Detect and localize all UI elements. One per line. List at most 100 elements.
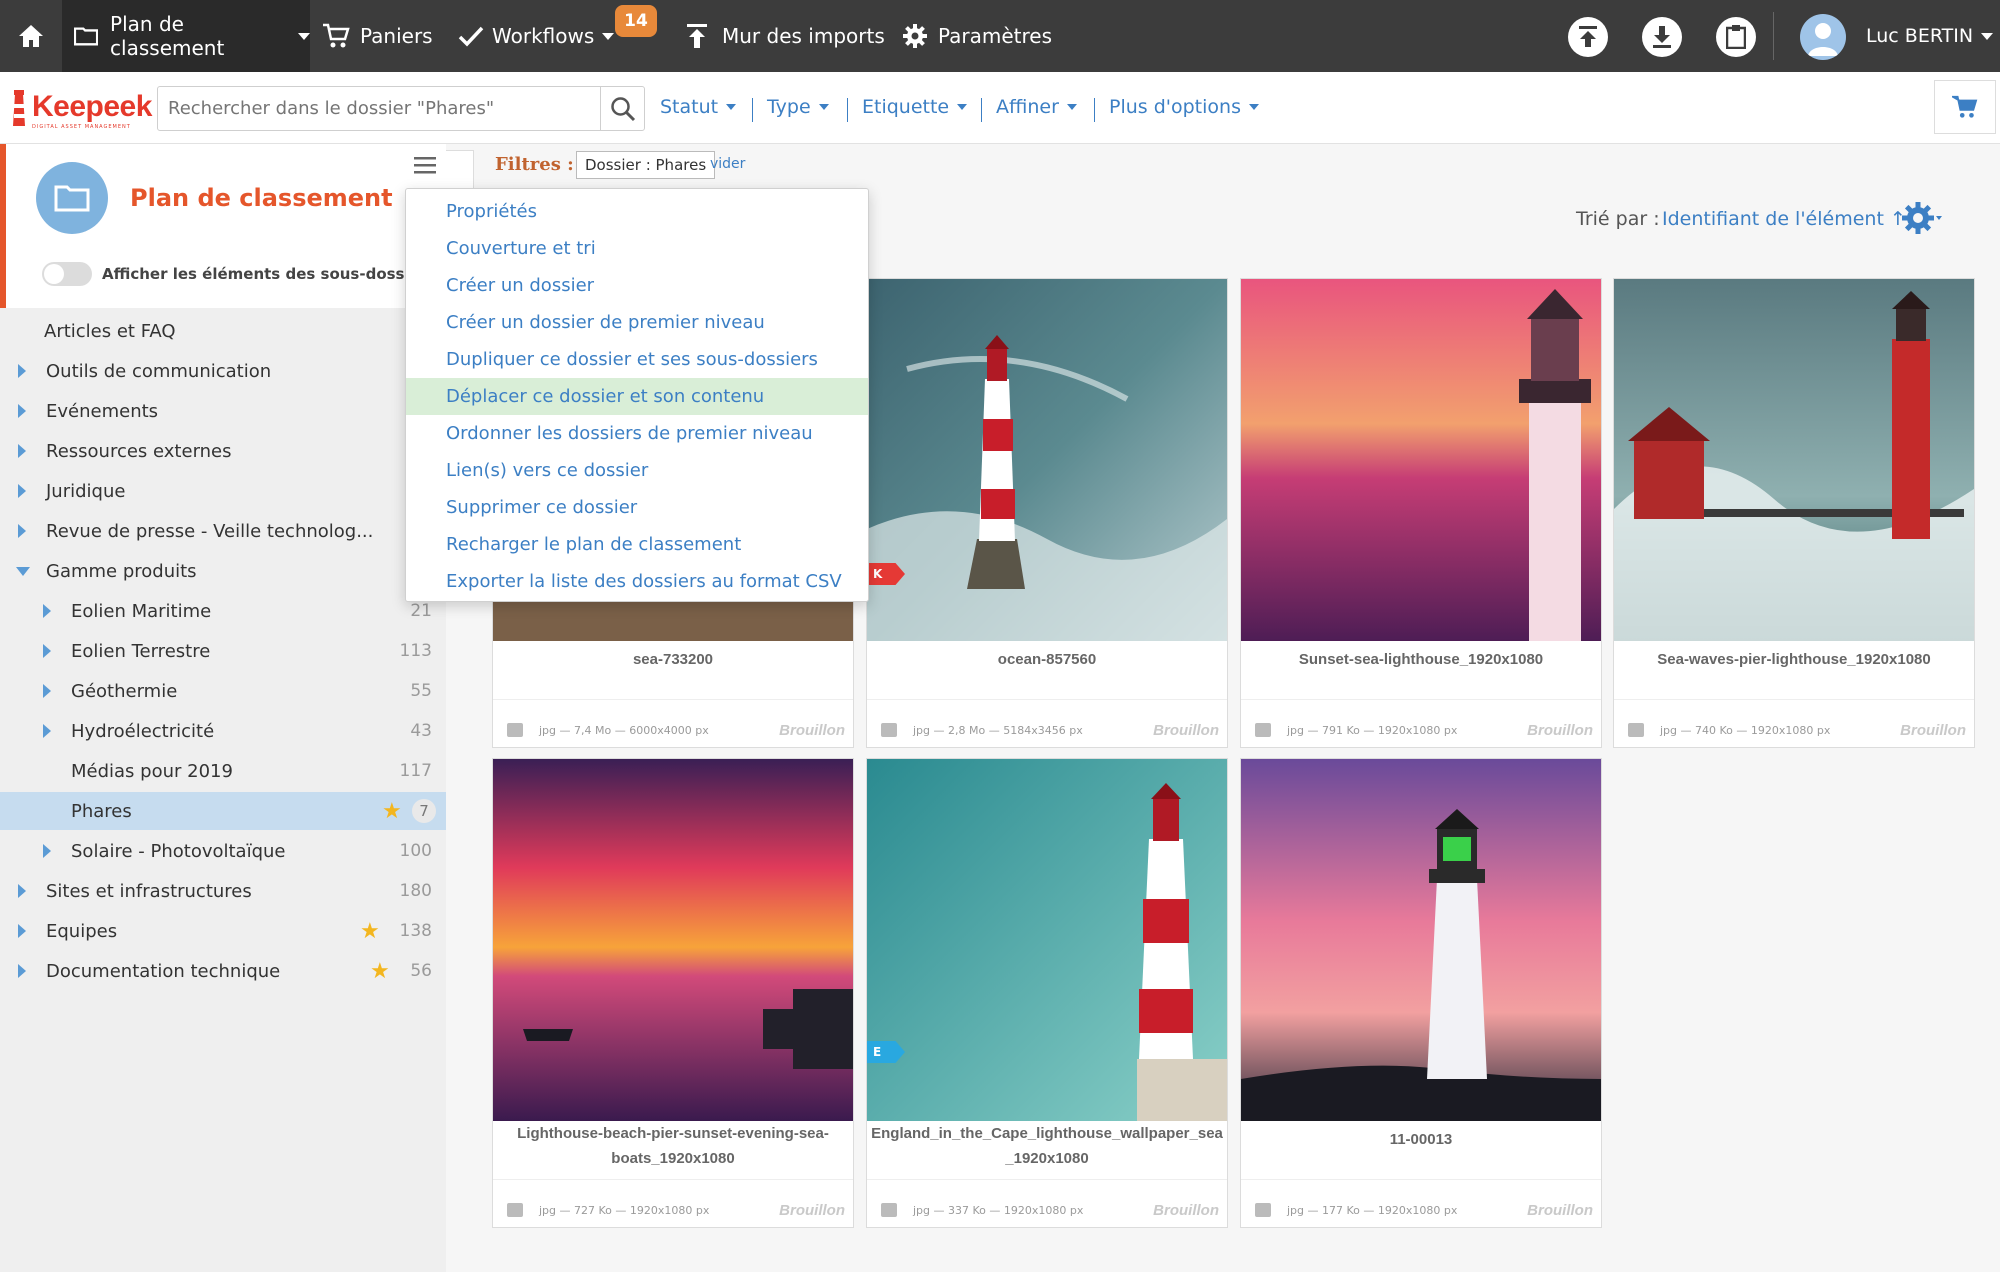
avatar[interactable]	[1800, 14, 1846, 60]
nav-mur-des-imports[interactable]: Mur des imports	[686, 0, 885, 72]
menu-item-couverture-tri[interactable]: Couverture et tri	[406, 230, 868, 267]
tree-item[interactable]: Evénements	[0, 392, 446, 430]
tree-item[interactable]: Outils de communication	[0, 352, 446, 390]
expand-arrow-icon[interactable]	[18, 404, 26, 418]
expand-arrow-icon[interactable]	[43, 844, 51, 858]
chevron-down-icon	[1066, 104, 1077, 110]
tree-item[interactable]: Documentation technique ★ 56	[0, 952, 446, 990]
expand-arrow-icon[interactable]	[43, 604, 51, 618]
search-button[interactable]	[600, 87, 644, 130]
asset-meta: jpg — 727 Ko — 1920x1080 px	[507, 1203, 709, 1217]
tree-item[interactable]: Revue de presse - Veille technolog...	[0, 512, 446, 550]
star-icon[interactable]: ★	[370, 959, 390, 984]
menu-item-exporter-csv[interactable]: Exporter la liste des dossiers au format…	[406, 563, 868, 600]
asset-title-line: Lighthouse-beach-pier-sunset-evening-sea…	[517, 1125, 829, 1142]
menu-item-supprimer-dossier[interactable]: Supprimer ce dossier	[406, 489, 868, 526]
filter-affiner[interactable]: Affiner	[996, 96, 1077, 118]
folder-menu-button[interactable]	[414, 156, 436, 178]
asset-title-line: England_in_the_Cape_lighthouse_wallpaper…	[871, 1125, 1223, 1142]
tree-item-label: Solaire - Photovoltaïque	[71, 840, 286, 862]
asset-meta: jpg — 2,8 Mo — 5184x3456 px	[881, 723, 1083, 737]
expand-arrow-icon[interactable]	[18, 364, 26, 378]
asset-card[interactable]: K ocean-857560 jpg — 2,8 Mo — 5184x3456 …	[866, 278, 1228, 748]
upload-icon	[687, 24, 707, 48]
tree-item[interactable]: Sites et infrastructures 180	[0, 872, 446, 910]
tree-item[interactable]: Gamme produits4	[0, 552, 446, 590]
subfolder-toggle[interactable]	[42, 262, 92, 286]
expand-arrow-icon[interactable]	[43, 644, 51, 658]
active-filter-chip[interactable]: Dossier : Phares	[576, 151, 716, 179]
clipboard-button[interactable]	[1716, 17, 1756, 57]
menu-item-deplacer-dossier[interactable]: Déplacer ce dossier et son contenu	[406, 378, 868, 415]
expand-arrow-icon[interactable]	[43, 724, 51, 738]
expand-arrow-icon[interactable]	[18, 884, 26, 898]
expand-arrow-icon[interactable]	[18, 524, 26, 538]
asset-thumbnail[interactable]	[1241, 759, 1601, 1121]
expand-arrow-icon[interactable]	[43, 684, 51, 698]
menu-item-recharger-plan[interactable]: Recharger le plan de classement	[406, 526, 868, 563]
user-menu[interactable]: Luc BERTIN	[1866, 0, 1994, 72]
asset-card[interactable]: E England_in_the_Cape_lighthouse_wallpap…	[866, 758, 1228, 1228]
menu-item-creer-dossier[interactable]: Créer un dossier	[406, 267, 868, 304]
expand-arrow-icon[interactable]	[18, 444, 26, 458]
filter-plus-options[interactable]: Plus d'options	[1109, 96, 1259, 118]
star-icon[interactable]: ★	[360, 919, 380, 944]
tree-item[interactable]: Ressources externes5	[0, 432, 446, 470]
tree-item[interactable]: Equipes ★ 138	[0, 912, 446, 950]
tree-item-selected[interactable]: Phares ★ 7	[0, 792, 446, 830]
display-settings-button[interactable]	[1900, 200, 1942, 240]
asset-card[interactable]: 11-00013 jpg — 177 Ko — 1920x1080 px Bro…	[1240, 758, 1602, 1228]
asset-thumbnail[interactable]	[1614, 279, 1974, 641]
asset-card[interactable]: Lighthouse-beach-pier-sunset-evening-sea…	[492, 758, 854, 1228]
asset-thumbnail[interactable]	[867, 759, 1227, 1121]
star-icon[interactable]: ★	[382, 799, 402, 824]
user-icon	[1808, 23, 1838, 56]
asset-meta: jpg — 7,4 Mo — 6000x4000 px	[507, 723, 709, 737]
tree-item[interactable]: Solaire - Photovoltaïque 100	[0, 832, 446, 870]
asset-thumbnail[interactable]	[867, 279, 1227, 641]
upload-button[interactable]	[1568, 17, 1608, 57]
filter-statut[interactable]: Statut	[660, 96, 737, 118]
tree-item[interactable]: Articles et FAQ	[0, 312, 446, 350]
filter-etiquette[interactable]: Etiquette	[862, 96, 968, 118]
cart-button[interactable]	[1934, 80, 1996, 134]
nav-plan-de-classement[interactable]: Plan de classement	[62, 0, 310, 72]
nav-parametres[interactable]: Paramètres	[902, 0, 1052, 72]
collapse-arrow-icon[interactable]	[16, 566, 30, 576]
menu-item-ordonner-dossiers[interactable]: Ordonner les dossiers de premier niveau	[406, 415, 868, 452]
tree-item[interactable]: Médias pour 2019 117	[0, 752, 446, 790]
tree-item[interactable]: Eolien Maritime 21	[0, 592, 446, 630]
filter-type[interactable]: Type	[767, 96, 829, 118]
asset-card[interactable]: Sunset-sea-lighthouse_1920x1080 jpg — 79…	[1240, 278, 1602, 748]
tree-item[interactable]: Géothermie 55	[0, 672, 446, 710]
nav-workflows[interactable]: Workflows	[458, 0, 615, 72]
tree-item[interactable]: Hydroélectricité 43	[0, 712, 446, 750]
menu-item-liens-dossier[interactable]: Lien(s) vers ce dossier	[406, 452, 868, 489]
asset-card[interactable]: Sea-waves-pier-lighthouse_1920x1080 jpg …	[1613, 278, 1975, 748]
tree-item[interactable]: Eolien Terrestre 113	[0, 632, 446, 670]
sidebar: Plan de classement Afficher les éléments…	[0, 144, 446, 1272]
menu-item-creer-dossier-premier-niveau[interactable]: Créer un dossier de premier niveau	[406, 304, 868, 341]
tree-item-label: Gamme produits	[46, 560, 197, 582]
home-button[interactable]	[0, 0, 62, 72]
keepeek-logo[interactable]: Keepeek DIGITAL ASSET MANAGEMENT	[8, 86, 152, 134]
sort-selector[interactable]: Identifiant de l'élément ↑	[1662, 208, 1906, 230]
nav-paniers[interactable]: Paniers	[322, 0, 433, 72]
search-field[interactable]	[157, 86, 645, 131]
divider	[752, 98, 753, 122]
sidebar-header: Plan de classement Afficher les éléments…	[0, 144, 446, 308]
expand-arrow-icon[interactable]	[18, 924, 26, 938]
tree-item-label: Géothermie	[71, 680, 178, 702]
gear-icon	[1902, 202, 1942, 234]
asset-meta-text: jpg — 727 Ko — 1920x1080 px	[539, 1203, 710, 1217]
expand-arrow-icon[interactable]	[18, 484, 26, 498]
expand-arrow-icon[interactable]	[18, 964, 26, 978]
asset-thumbnail[interactable]	[1241, 279, 1601, 641]
menu-item-proprietes[interactable]: Propriétés	[406, 193, 868, 230]
asset-thumbnail[interactable]	[493, 759, 853, 1121]
menu-item-dupliquer-dossier[interactable]: Dupliquer ce dossier et ses sous-dossier…	[406, 341, 868, 378]
download-button[interactable]	[1642, 17, 1682, 57]
tree-item[interactable]: Juridique	[0, 472, 446, 510]
clear-filters-link[interactable]: vider	[710, 156, 745, 172]
search-input[interactable]	[158, 87, 598, 130]
